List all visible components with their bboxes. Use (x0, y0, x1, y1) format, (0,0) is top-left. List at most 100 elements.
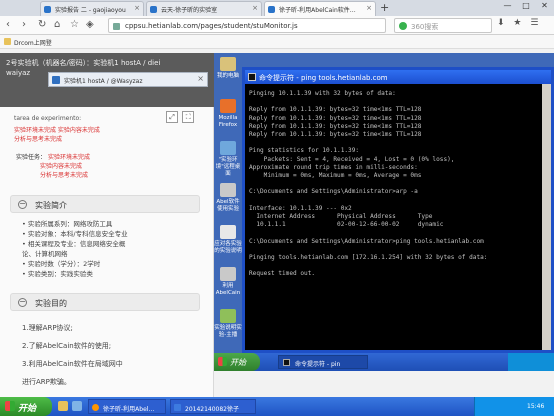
list-item: • 实验类别：实践实验类 (22, 270, 93, 278)
star-icon[interactable]: ☆ (70, 19, 79, 30)
command-prompt-window[interactable]: 命令提示符 - ping tools.hetianlab.com Pinging… (242, 67, 554, 353)
desktop-icon[interactable]: 实验说明实验-主播 (214, 309, 242, 339)
list-item: • 实验所属系列：网络攻防工具 (22, 220, 113, 228)
desktop-icon[interactable]: 应对各实验的实验说明 (214, 225, 242, 255)
vm-taskbar-item[interactable]: 命令提示符 - pin (278, 355, 368, 369)
forward-icon[interactable]: › (22, 19, 26, 30)
desktop-icon[interactable]: 我的电脑 (214, 57, 242, 80)
list-item: 1.理解ARP协议; (22, 324, 73, 332)
document-icon (220, 267, 236, 281)
list-item: 论、计算机网络 (22, 250, 68, 258)
taskbar-item-browser[interactable]: 徐子昕-利用Abel… (88, 399, 166, 414)
cmd-title: 命令提示符 - ping tools.hetianlab.com (259, 74, 388, 82)
breadcrumb: 2号实验机（机器名/密码）：实验机1 hostA / diei (6, 59, 161, 67)
url-text: cppsu.hetianlab.com/pages/student/stuMon… (125, 22, 298, 30)
remote-desktop-icon (220, 141, 236, 155)
folder-icon (220, 309, 236, 323)
desktop-icon-label: "实验环境"远程桌面 (215, 157, 241, 177)
clock[interactable]: 15:46 (527, 403, 544, 410)
desktop-icon-label: Mozilla Firefox (218, 115, 238, 128)
close-icon[interactable]: × (252, 4, 258, 12)
tab-experiment[interactable]: 徐子昕-利用AbelCain软件… × (264, 1, 376, 16)
browser-icon (92, 404, 99, 411)
close-window-icon[interactable]: ✕ (537, 1, 552, 13)
document-icon (174, 404, 181, 411)
desktop-icon-label: 应对各实验的实验说明 (214, 241, 242, 254)
home-icon[interactable]: ⌂ (54, 19, 60, 30)
close-icon[interactable]: × (197, 74, 204, 83)
search-engine-icon (399, 22, 407, 30)
new-tab-button[interactable]: + (380, 1, 389, 14)
intro-list: • 实验所属系列：网络攻防工具 • 实验对象：本科/专科信息安全专业 • 相关课… (22, 219, 128, 279)
quicklaunch-icon[interactable] (58, 401, 68, 411)
desktop-icon-label: 我的电脑 (216, 73, 239, 79)
collapse-icon: − (18, 297, 27, 307)
desktop-icon-label: Abel软件使用实验 (216, 199, 240, 212)
shield-icon[interactable]: ◈ (86, 19, 94, 30)
tab-lab[interactable]: 云天-徐子昕的实验室 × (146, 1, 262, 16)
cmd-output[interactable]: Pinging 10.1.1.39 with 32 bytes of data:… (245, 84, 551, 350)
system-tray: 15:46 (474, 397, 554, 416)
goal-list: 1.理解ARP协议; 2.了解AbelCain软件的使用; 3.利用AbelCa… (22, 319, 123, 391)
list-item: 进行ARP欺骗。 (22, 378, 71, 386)
vm-tab-label: 实验机1 hostA / @Wasyzaz (64, 78, 143, 85)
tab-favicon (150, 6, 157, 13)
desktop-icon-label: 利用AbelCain (215, 283, 241, 296)
browser-window: 实验报告 二 - gaojiaoyou × 云天-徐子昕的实验室 × 徐子昕-利… (0, 0, 554, 397)
task-area-label: tarea de experimento: (14, 115, 82, 122)
desktop-icon[interactable]: Abel软件使用实验 (214, 183, 242, 213)
computer-icon (220, 57, 236, 71)
toolbar-icons[interactable]: ⬇ ★ ☰ (497, 18, 541, 28)
vm-desktop[interactable]: 我的电脑 Mozilla Firefox "实验环境"远程桌面 Abel软件使用… (214, 53, 554, 371)
scrollbar[interactable] (542, 84, 551, 350)
vm-tab[interactable]: 实验机1 hostA / @Wasyzaz × (48, 72, 208, 87)
quicklaunch-icon[interactable] (72, 401, 82, 411)
cmd-title-bar[interactable]: 命令提示符 - ping tools.hetianlab.com (245, 70, 551, 84)
section-goal-header[interactable]: − 实验目的 (10, 293, 200, 311)
section-intro-header[interactable]: − 实验简介 (10, 195, 200, 213)
task-label: 徐子昕-利用Abel… (103, 406, 155, 413)
vm-system-tray (508, 353, 554, 371)
page-icon (113, 23, 120, 30)
url-input[interactable]: cppsu.hetianlab.com/pages/student/stuMon… (108, 18, 386, 33)
bookmarks-bar: Drcom上网登 (0, 35, 554, 49)
vm-taskbar: 开始 命令提示符 - pin (214, 353, 554, 371)
maximize-icon[interactable]: □ (519, 1, 534, 13)
desktop-icon[interactable]: "实验环境"远程桌面 (214, 141, 242, 178)
task-area-line: 分析与思考未完成 (14, 136, 63, 143)
back-icon[interactable]: ‹ (6, 19, 10, 30)
minimize-icon[interactable]: — (500, 1, 515, 13)
section-title: 实验简介 (35, 201, 67, 210)
tab-report[interactable]: 实验报告 二 - gaojiaoyou × (40, 1, 144, 16)
task-line: 实验环境未完成 (47, 154, 90, 161)
document-icon (220, 183, 236, 197)
collapse-icon: − (18, 199, 27, 209)
search-input[interactable]: 360搜索 (394, 18, 492, 33)
start-label: 开始 (18, 404, 37, 414)
left-panel: tarea de experimento: 实验环境未完成 实验内容未完成 分析… (0, 107, 214, 397)
tab-favicon (268, 6, 275, 13)
list-item: 2.了解AbelCain软件的使用; (22, 342, 112, 350)
fullscreen-icon[interactable]: ⛶ (182, 111, 195, 123)
bookmark-item[interactable]: Drcom上网登 (14, 40, 52, 47)
start-button[interactable]: 开始 (0, 397, 52, 416)
taskbar-item-document[interactable]: 20142140082徐子 (170, 399, 256, 414)
task-label: 实验任务： (16, 154, 47, 161)
tab-title: 徐子昕-利用AbelCain软件… (279, 7, 356, 14)
address-bar: ‹ › ↻ ⌂ ☆ ◈ cppsu.hetianlab.com/pages/st… (0, 16, 554, 35)
windows-logo-icon (5, 401, 15, 411)
reload-icon[interactable]: ↻ (38, 19, 46, 30)
tab-title: 云天-徐子昕的实验室 (161, 7, 218, 14)
cmd-icon (283, 359, 290, 366)
expand-icon[interactable]: ⤢ (166, 111, 178, 123)
list-item: • 实验时数（学分）：2学时 (22, 260, 101, 268)
tab-favicon (44, 6, 51, 13)
desktop-icon[interactable]: Mozilla Firefox (214, 99, 242, 129)
section-title: 实验目的 (35, 299, 67, 308)
desktop-icon[interactable]: 利用AbelCain (214, 267, 242, 297)
start-label: 开始 (230, 358, 246, 367)
close-icon[interactable]: × (366, 4, 372, 12)
document-icon (220, 225, 236, 239)
close-icon[interactable]: × (134, 4, 140, 12)
vm-start-button[interactable]: 开始 (214, 353, 260, 371)
